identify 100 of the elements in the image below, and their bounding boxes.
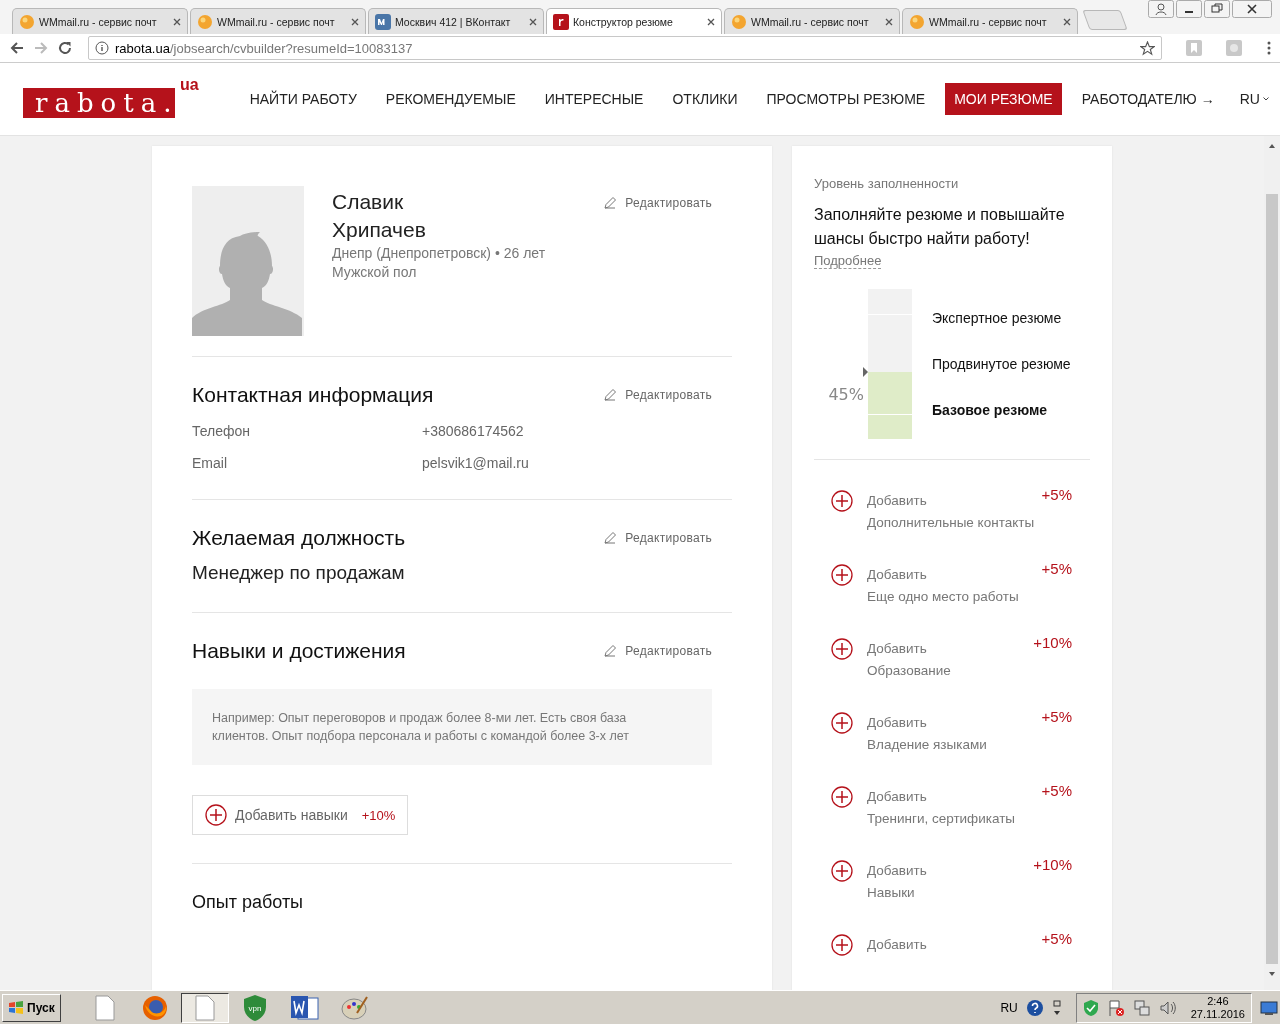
panel-caption: Уровень заполненности — [814, 176, 960, 191]
edit-link[interactable]: Редактировать — [603, 531, 712, 545]
pencil-icon — [603, 388, 618, 402]
plus-circle-icon — [831, 564, 853, 586]
field-value: +380686174562 — [422, 423, 525, 439]
flag-warning-icon[interactable] — [1106, 998, 1125, 1017]
input-language[interactable]: RU — [1000, 1000, 1018, 1015]
firefox-icon[interactable] — [141, 994, 168, 1021]
add-skills-button[interactable]: Добавить навыки +10% — [192, 795, 409, 835]
pencil-icon — [603, 531, 618, 545]
add-link[interactable]: Добавить — [867, 564, 1042, 586]
close-icon[interactable] — [173, 17, 181, 26]
nav-link[interactable]: РЕКОМЕНДУЕМЫЕ — [376, 83, 525, 115]
suggestion-label: Дополнительные контакты — [867, 514, 1036, 532]
nav-link[interactable]: НАЙТИ РАБОТУ — [240, 83, 366, 115]
plus-circle-icon — [831, 786, 853, 808]
plus-circle-icon — [205, 804, 227, 826]
bonus-percent: +5% — [1041, 782, 1072, 799]
browser-tab[interactable]: WMmail.ru - сервис почт — [902, 8, 1078, 34]
field-label: Email — [192, 455, 228, 471]
browser-tab[interactable]: Москвич 412 | ВКонтакт — [368, 8, 544, 34]
last-name: Хрипачев — [332, 217, 427, 243]
close-icon[interactable] — [885, 17, 893, 26]
start-button[interactable]: Пуск — [2, 993, 61, 1022]
suggestion-label: Тренинги, сертификаты — [867, 810, 1017, 828]
help-icon[interactable] — [1025, 998, 1044, 1017]
field-label: Телефон — [192, 423, 252, 439]
logo-suffix: ua — [180, 76, 199, 94]
clock-date: 27.11.2016 — [1190, 1007, 1245, 1021]
nav-link[interactable]: МОИ РЕЗЮМЕ — [945, 83, 1062, 115]
close-icon[interactable] — [707, 17, 715, 26]
user-icon[interactable] — [1148, 0, 1174, 18]
windows-flag-icon — [8, 1000, 24, 1015]
add-link[interactable]: Добавить — [867, 490, 1042, 512]
suggestion-label: Еще одно место работы — [867, 588, 1020, 606]
browser-tab[interactable]: WMmail.ru - сервис почт — [12, 8, 188, 34]
suggestion-label: Владение языками — [867, 736, 988, 754]
close-icon[interactable] — [351, 17, 359, 26]
add-link[interactable]: Добавить — [867, 638, 1034, 660]
add-link[interactable]: Добавить — [867, 786, 1042, 808]
browser-tab[interactable]: WMmail.ru - сервис почт — [190, 8, 366, 34]
add-link[interactable]: Добавить — [867, 712, 1042, 734]
browser-tab[interactable]: Конструктор резюме — [546, 8, 722, 34]
tier-label: Базовое резюме — [932, 402, 1049, 418]
edit-link[interactable]: Редактировать — [603, 196, 712, 210]
caret-icon — [1262, 97, 1269, 101]
nav-link[interactable]: ИНТЕРЕСНЫЕ — [535, 83, 653, 115]
reload-icon[interactable] — [56, 39, 74, 57]
section-title: Контактная информация — [192, 383, 434, 407]
show-desktop-icon[interactable] — [1260, 999, 1278, 1016]
minimize-icon[interactable] — [1176, 0, 1202, 18]
section-title: Желаемая должность — [192, 526, 406, 550]
plus-circle-icon — [831, 934, 853, 956]
add-link[interactable]: Добавить — [867, 860, 1034, 882]
taskbar-button[interactable] — [180, 992, 229, 1023]
tray-toggle-icon[interactable] — [1051, 998, 1062, 1017]
nav-link[interactable]: ПРОСМОТРЫ РЕЗЮМЕ — [757, 83, 935, 115]
nav-link[interactable]: РАБОТОДАТЕЛЮ → — [1072, 83, 1224, 115]
network-icon[interactable] — [1132, 998, 1151, 1017]
section-title: Опыт работы — [192, 891, 304, 913]
info-icon[interactable] — [95, 41, 109, 55]
vpn-shield-icon[interactable]: vpn — [241, 993, 268, 1022]
ball-icon — [909, 13, 925, 30]
language-select[interactable]: RU — [1239, 91, 1269, 107]
gender: Мужской пол — [332, 263, 418, 282]
restore-icon[interactable] — [1204, 0, 1230, 18]
shield-icon[interactable] — [1082, 998, 1099, 1017]
more-link[interactable]: Подробнее — [814, 253, 882, 269]
plus-circle-icon — [831, 490, 853, 512]
add-link[interactable]: Добавить — [867, 934, 1042, 956]
bonus-percent: +5% — [1041, 560, 1072, 577]
palette-icon[interactable] — [340, 994, 369, 1021]
taskbar-button[interactable]: vpn — [230, 992, 279, 1023]
close-icon[interactable] — [1063, 17, 1071, 26]
tier-label: Экспертное резюме — [932, 310, 1063, 326]
bonus-percent: +10% — [1033, 856, 1072, 873]
address-bar[interactable]: rabota.ua/jobsearch/cvbuilder?resumeId=10083137 — [88, 36, 1162, 60]
edit-link[interactable]: Редактировать — [603, 388, 712, 402]
panel-headline: Заполняйте резюме и повышайте шансы быстро найти работу! — [814, 205, 1066, 249]
tier-label: Продвинутое резюме — [932, 356, 1071, 372]
position-value: Менеджер по продажам — [192, 562, 406, 584]
plus-circle-icon — [831, 712, 853, 734]
close-icon[interactable] — [1232, 0, 1272, 18]
first-name: Славик — [332, 189, 405, 215]
field-value: pelsvik1@mail.ru — [422, 455, 530, 471]
word-icon[interactable] — [289, 994, 320, 1021]
bookmark-star-icon[interactable] — [1140, 40, 1155, 56]
close-icon[interactable] — [529, 17, 537, 26]
site-logo[interactable]: rabota. — [23, 88, 175, 118]
pencil-icon — [603, 196, 618, 210]
site-logo-icon — [553, 13, 569, 30]
edit-link[interactable]: Редактировать — [603, 644, 712, 658]
nav-link[interactable]: ОТКЛИКИ — [663, 83, 747, 115]
vk-icon — [375, 13, 391, 30]
bonus-percent: +5% — [1041, 930, 1072, 947]
clock-time: 2:46 — [1207, 994, 1229, 1008]
menu-icon[interactable] — [1266, 40, 1272, 56]
section-title: Навыки и достижения — [192, 639, 406, 663]
browser-tab[interactable]: WMmail.ru - сервис почт — [724, 8, 900, 34]
suggestion-label: Образование — [867, 662, 952, 680]
